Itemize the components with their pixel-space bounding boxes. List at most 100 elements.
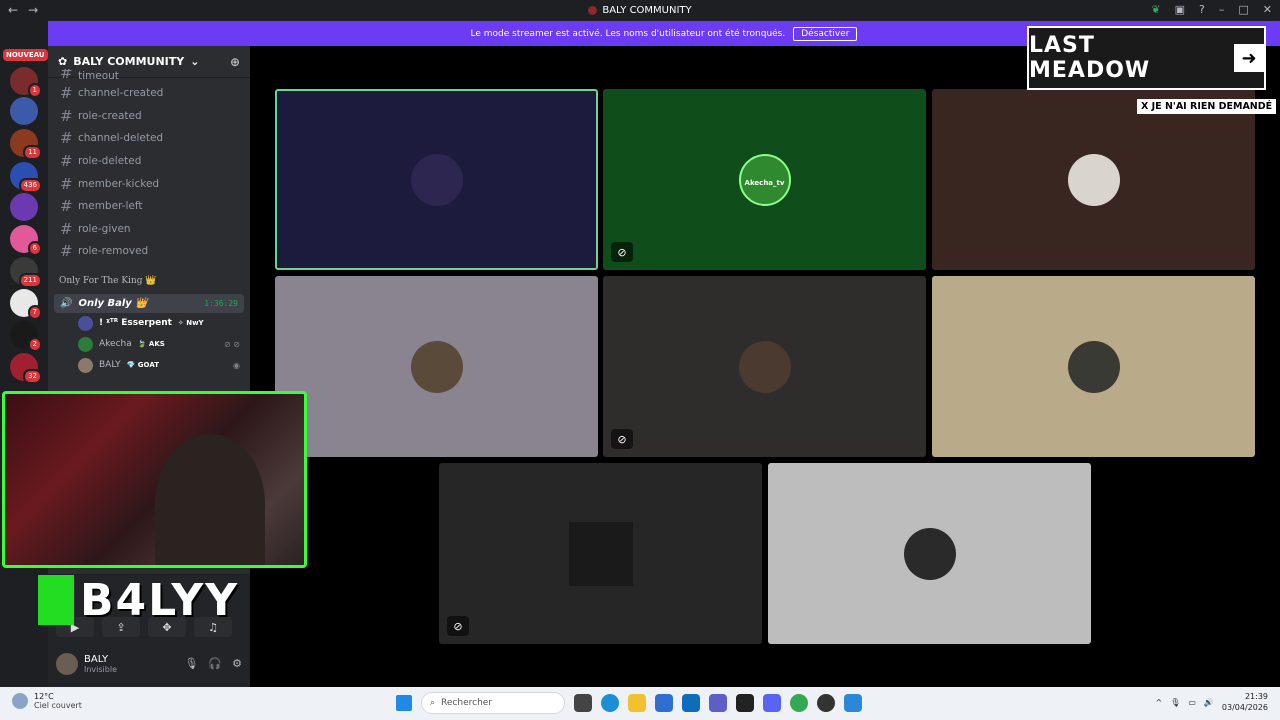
edge-icon[interactable]	[601, 694, 619, 712]
overlay-title: LAST MEADOW	[1029, 33, 1151, 83]
webcam-overlay	[2, 391, 307, 568]
server-icon-10[interactable]: 32	[10, 353, 42, 384]
name-accent-bar	[38, 575, 74, 625]
server-icon-2[interactable]	[10, 97, 38, 125]
stream-overlay-banner: LAST MEADOW ➜	[1027, 26, 1266, 90]
hash-icon: #	[60, 219, 73, 238]
weather-widget[interactable]: 12°C Ciel couvert	[12, 692, 82, 710]
participant-tile[interactable]	[932, 276, 1255, 457]
windows-taskbar: 12°C Ciel couvert ⌕ Rechercher ^ 🎙 ▭ 🔊 2…	[0, 687, 1280, 720]
user-status: Invisible	[84, 664, 117, 674]
muted-icon: ⊘ ⊘	[224, 339, 240, 349]
teams-icon[interactable]	[709, 694, 727, 712]
network-icon[interactable]: ▭	[1188, 698, 1196, 707]
chrome-icon[interactable]	[790, 694, 808, 712]
deafened-icon: ⊘	[611, 429, 633, 449]
avatar	[903, 527, 956, 580]
channel-item[interactable]: # member-left	[48, 195, 250, 218]
voice-channel-name: Only Baly 👑	[78, 297, 148, 309]
participant-tile[interactable]	[275, 89, 598, 270]
server-icon-9[interactable]: 2	[10, 321, 42, 352]
avatar	[410, 153, 463, 206]
avatar	[738, 340, 791, 393]
windows-start-icon[interactable]	[396, 695, 412, 711]
weather-icon	[12, 693, 28, 709]
voice-user[interactable]: Akecha 🍃 AKS ⊘ ⊘	[48, 334, 250, 355]
voice-channel-active[interactable]: 🔊 Only Baly 👑 1:36:29	[54, 293, 244, 313]
outlook-icon[interactable]	[682, 694, 700, 712]
voice-user[interactable]: ! ᵡᵀᴿ Esserpent ✧ NwY	[48, 313, 250, 334]
obs-icon[interactable]	[817, 694, 835, 712]
server-icon-3[interactable]: 11	[10, 129, 42, 160]
forward-arrow-icon[interactable]: →	[28, 3, 38, 17]
chevron-down-icon: ⌄	[190, 55, 200, 68]
search-box[interactable]: ⌕ Rechercher	[421, 692, 565, 714]
server-logo-icon: ✿	[58, 55, 68, 68]
maximize-button[interactable]: □	[1238, 3, 1248, 16]
participant-tile[interactable]	[275, 276, 598, 457]
participant-tile[interactable]	[768, 463, 1091, 644]
leaf-icon[interactable]: ❦	[1151, 3, 1160, 16]
overlay-subtitle: X JE N'AI RIEN DEMANDÉ	[1137, 99, 1277, 114]
hash-icon: #	[60, 174, 73, 193]
channel-item[interactable]: # role-created	[48, 105, 250, 128]
participant-tile[interactable]: Akecha_tv ⊘	[603, 89, 926, 270]
category-header[interactable]: Only For The King 👑	[48, 276, 250, 292]
disable-button[interactable]: Désactiver	[793, 26, 858, 41]
clock[interactable]: 21:39 03/04/2026	[1222, 691, 1268, 713]
voice-user[interactable]: BALY 💎 GOAT ◉	[48, 355, 250, 376]
gear-icon[interactable]: ⚙	[232, 657, 242, 670]
avatar	[1067, 340, 1120, 393]
file-explorer-icon[interactable]	[628, 694, 646, 712]
window-title: BALY COMMUNITY	[602, 5, 692, 16]
voice-timer: 1:36:29	[204, 298, 238, 308]
add-member-icon[interactable]: ⊕	[230, 55, 240, 69]
channel-item[interactable]: # channel-created	[48, 82, 250, 105]
close-button[interactable]: ✕	[1263, 3, 1272, 16]
channel-item[interactable]: # role-deleted	[48, 150, 250, 173]
hash-icon: #	[60, 152, 73, 171]
server-icon	[588, 6, 598, 15]
volume-icon[interactable]: 🔊	[1204, 698, 1214, 707]
help-icon[interactable]: ?	[1199, 3, 1205, 16]
task-view-icon[interactable]	[574, 694, 592, 712]
channel-timeout[interactable]: # timeout	[48, 69, 250, 82]
participant-tile[interactable]: ⊘	[439, 463, 762, 644]
search-placeholder: Rechercher	[441, 698, 493, 708]
deafened-icon: ⊘	[447, 616, 469, 636]
participant-tile[interactable]	[932, 89, 1255, 270]
weather-desc: Ciel couvert	[34, 701, 82, 710]
participant-tile[interactable]: ⊘	[603, 276, 926, 457]
store-icon[interactable]	[655, 694, 673, 712]
server-icon-6[interactable]: 6	[10, 225, 42, 256]
microphone-icon[interactable]: 🎙	[184, 657, 198, 670]
search-icon: ⌕	[430, 698, 436, 708]
avatar-label: Akecha_tv	[744, 178, 785, 187]
channel-item[interactable]: # role-given	[48, 218, 250, 241]
microphone-icon[interactable]: 🎙	[1170, 698, 1180, 707]
server-icon-7[interactable]: 211	[10, 257, 42, 288]
hash-icon: #	[60, 106, 73, 125]
avatar	[1067, 153, 1120, 206]
terminal-icon[interactable]	[736, 694, 754, 712]
discord-icon[interactable]	[763, 694, 781, 712]
streamer-name-overlay: B4LYY	[38, 572, 239, 628]
avatar	[78, 336, 93, 352]
chevron-up-icon[interactable]: ^	[1156, 698, 1163, 707]
server-icon-8[interactable]: 7	[10, 289, 42, 320]
defender-icon[interactable]	[844, 694, 862, 712]
back-arrow-icon[interactable]: ←	[8, 3, 18, 17]
minimize-button[interactable]: –	[1219, 3, 1225, 16]
channel-item[interactable]: # channel-deleted	[48, 127, 250, 150]
channel-item[interactable]: # member-kicked	[48, 172, 250, 195]
inbox-icon[interactable]: ▣	[1175, 3, 1185, 16]
new-badge: NOUVEAU	[3, 49, 48, 61]
server-icon-1[interactable]: 1	[10, 67, 42, 98]
avatar[interactable]	[56, 652, 78, 675]
banner-text: Le mode streamer est activé. Les noms d'…	[470, 28, 786, 39]
hash-icon: #	[60, 69, 73, 82]
server-icon-5[interactable]	[10, 193, 38, 221]
channel-item[interactable]: # role-removed	[48, 240, 250, 263]
headphones-icon[interactable]: 🎧	[208, 657, 222, 670]
server-icon-4[interactable]: 436	[10, 162, 42, 193]
